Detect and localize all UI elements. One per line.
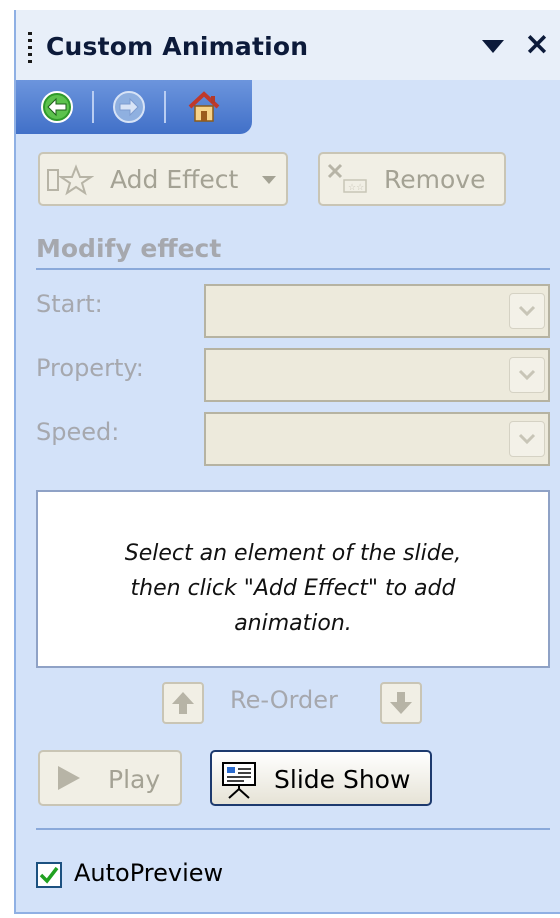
play-button[interactable]: Play <box>38 750 182 806</box>
play-icon <box>58 766 80 790</box>
chevron-down-icon[interactable] <box>509 421 545 457</box>
speed-label: Speed: <box>36 418 120 446</box>
home-icon[interactable] <box>186 90 220 124</box>
empty-list-hint: Select an element of the slide, then cli… <box>58 536 528 641</box>
start-label: Start: <box>36 290 103 318</box>
drag-grip[interactable] <box>28 32 32 66</box>
svg-text:☆☆: ☆☆ <box>348 183 364 193</box>
projector-screen-icon <box>220 760 260 806</box>
property-label: Property: <box>36 354 144 382</box>
animation-list[interactable]: Select an element of the slide, then cli… <box>36 490 550 668</box>
triangle-down-icon[interactable] <box>482 40 504 53</box>
speed-select[interactable] <box>204 412 550 466</box>
arrow-up-icon <box>172 692 194 714</box>
add-effect-button[interactable]: Add Effect <box>38 152 288 206</box>
remove-x-icon: ☆☆ <box>326 162 370 202</box>
move-up-button[interactable] <box>162 682 204 724</box>
nav-separator <box>92 91 94 123</box>
hint-line: then click "Add Effect" to add <box>130 576 456 601</box>
star-icon <box>46 164 95 202</box>
arrow-down-icon <box>390 692 412 714</box>
remove-button[interactable]: ☆☆ Remove <box>318 152 506 206</box>
reorder-label: Re-Order <box>230 686 338 714</box>
hint-line: Select an element of the slide, <box>124 541 462 566</box>
nav-separator <box>164 91 166 123</box>
hint-line: animation. <box>234 611 352 636</box>
modify-effect-heading: Modify effect <box>36 234 222 263</box>
checkmark-icon <box>39 866 59 884</box>
modify-divider <box>36 268 550 270</box>
back-arrow-icon[interactable] <box>40 90 74 124</box>
custom-animation-pane: Custom Animation × Add Effect ☆☆ Remove … <box>14 10 560 914</box>
bottom-divider <box>36 828 550 830</box>
remove-label: Remove <box>384 165 486 194</box>
task-pane-nav-bar <box>16 80 252 134</box>
start-select[interactable] <box>204 284 550 338</box>
autopreview-label[interactable]: AutoPreview <box>74 859 223 887</box>
chevron-down-icon <box>262 176 276 184</box>
slide-show-button[interactable]: Slide Show <box>210 750 432 806</box>
chevron-down-icon[interactable] <box>509 357 545 393</box>
pane-title: Custom Animation <box>46 32 309 61</box>
chevron-down-icon[interactable] <box>509 293 545 329</box>
forward-arrow-icon[interactable] <box>112 90 146 124</box>
add-effect-label: Add Effect <box>110 165 239 194</box>
pane-title-bar: Custom Animation × <box>16 10 560 80</box>
close-icon[interactable]: × <box>524 29 550 60</box>
slide-show-label: Slide Show <box>274 765 411 794</box>
autopreview-checkbox[interactable] <box>36 862 62 888</box>
property-select[interactable] <box>204 348 550 402</box>
move-down-button[interactable] <box>380 682 422 724</box>
play-label: Play <box>108 765 161 794</box>
